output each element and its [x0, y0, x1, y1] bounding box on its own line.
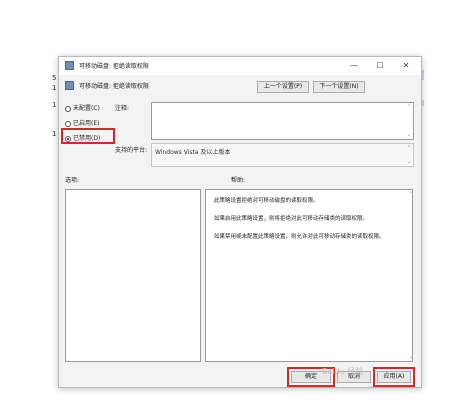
comment-textarea[interactable]: ⌃ ⌄ [151, 102, 414, 140]
scroll-down-icon[interactable]: ⌄ [407, 132, 411, 138]
background-fragment: 5 [52, 74, 57, 82]
next-setting-button[interactable]: 下一个设置(N) [313, 81, 365, 93]
previous-setting-button[interactable]: 上一个设置(P) [257, 81, 309, 93]
background-fragment: 1 [52, 130, 57, 138]
maximize-button[interactable]: ☐ [369, 59, 391, 73]
radio-label: 已启用(E) [73, 120, 100, 127]
help-text-line: 此策略设置拒绝对可移动磁盘的读取权限。 [214, 198, 319, 204]
minimize-button[interactable]: — [343, 59, 365, 73]
policy-dialog-window: 可移动磁盘: 拒绝读取权限 — ☐ ✕ 可移动磁盘: 拒绝读取权限 上一个设置(… [58, 56, 422, 388]
radio-enabled[interactable]: 已启用(E) [65, 118, 99, 127]
highlight-disabled-option [61, 128, 115, 144]
supported-on-field: Windows Vista 及以上版本 ⌃ ⌄ [151, 143, 414, 167]
policy-title: 可移动磁盘: 拒绝读取权限 [79, 83, 149, 90]
comment-label: 注释: [115, 105, 130, 112]
radio-circle [65, 105, 71, 112]
options-label: 选项: [65, 177, 80, 184]
background-fragment: 1 [52, 84, 57, 92]
close-button[interactable]: ✕ [395, 59, 417, 73]
help-scroll-up-icon[interactable]: ⌃ [409, 191, 413, 197]
scroll-up-icon[interactable]: ⌃ [407, 104, 411, 110]
watermark: Baidu 经验 [322, 367, 364, 376]
help-text-line: 如果启用此策略设置，则将拒绝对此可移动存储类的读取权限。 [214, 216, 369, 222]
supported-on-value: Windows Vista 及以上版本 [155, 149, 231, 156]
window-title: 可移动磁盘: 拒绝读取权限 [79, 63, 149, 70]
help-scroll-down-icon[interactable]: ⌄ [409, 354, 413, 360]
scroll-down-icon[interactable]: ⌄ [407, 159, 411, 165]
policy-setting-icon [65, 81, 74, 90]
scroll-up-icon[interactable]: ⌃ [407, 145, 411, 151]
help-label: 帮助: [231, 177, 246, 184]
radio-not-configured[interactable]: 未配置(C) [65, 103, 100, 112]
supported-on-label: 支持的平台: [115, 147, 148, 154]
radio-label: 未配置(C) [73, 105, 100, 112]
radio-circle [65, 120, 71, 127]
help-text-line: 如果禁用或未配置此策略设置，则允许对此可移动存储类的读取权限。 [214, 234, 385, 240]
background-fragment: 1 [52, 101, 57, 109]
title-bar: 可移动磁盘: 拒绝读取权限 — ☐ ✕ [59, 57, 421, 75]
policy-icon [65, 61, 74, 70]
options-pane [65, 189, 201, 362]
highlight-apply-button [373, 367, 415, 387]
help-pane: 此策略设置拒绝对可移动磁盘的读取权限。 如果启用此策略设置，则将拒绝对此可移动存… [205, 189, 413, 362]
